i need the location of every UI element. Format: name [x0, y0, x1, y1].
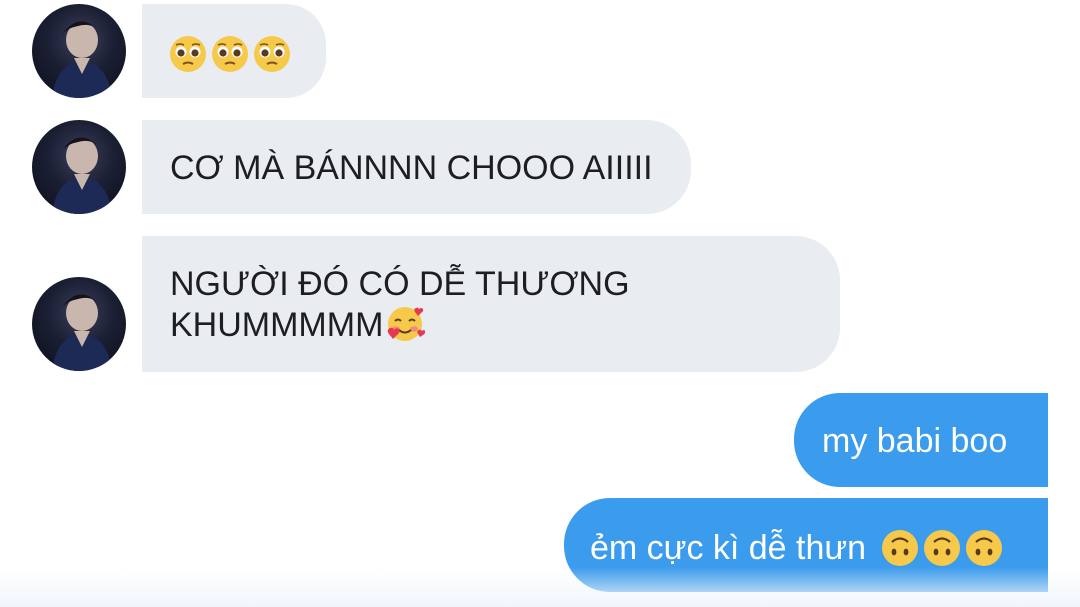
emoji-group	[880, 528, 1004, 568]
background-gradient	[0, 567, 1080, 607]
avatar[interactable]	[32, 4, 126, 98]
pleading-face-emoji	[252, 34, 292, 74]
message-bubble-outgoing[interactable]: my babi boo	[794, 393, 1048, 487]
upside-down-face-emoji	[964, 528, 1004, 568]
message-bubble-incoming[interactable]: NGƯỜI ĐÓ CÓ DỄ THƯƠNG KHUMMMMM	[142, 236, 840, 372]
message-bubble-incoming[interactable]: CƠ MÀ BÁNNNN CHOOO AIIIII	[142, 120, 691, 214]
avatar[interactable]	[32, 277, 126, 371]
upside-down-face-emoji	[880, 528, 920, 568]
message-text: KHUMMMMM	[170, 306, 384, 344]
chat-thread: CƠ MÀ BÁNNNN CHOOO AIIIII NGƯỜI ĐÓ CÓ DỄ…	[0, 0, 1080, 607]
message-text: my babi boo	[822, 422, 1008, 460]
upside-down-face-emoji	[922, 528, 962, 568]
message-text: ẻm cực kì dễ thưn	[590, 529, 867, 568]
message-text-line: KHUMMMMM	[170, 304, 840, 345]
smiling-face-with-hearts-emoji	[385, 304, 426, 344]
message-text-line: NGƯỜI ĐÓ CÓ DỄ THƯƠNG	[170, 265, 630, 303]
avatar[interactable]	[32, 120, 126, 214]
message-text: CƠ MÀ BÁNNNN CHOOO AIIIII	[170, 149, 653, 187]
pleading-face-emoji	[210, 34, 250, 74]
pleading-face-emoji	[168, 34, 208, 74]
emoji-group	[168, 34, 292, 74]
message-bubble-incoming[interactable]	[142, 4, 326, 98]
